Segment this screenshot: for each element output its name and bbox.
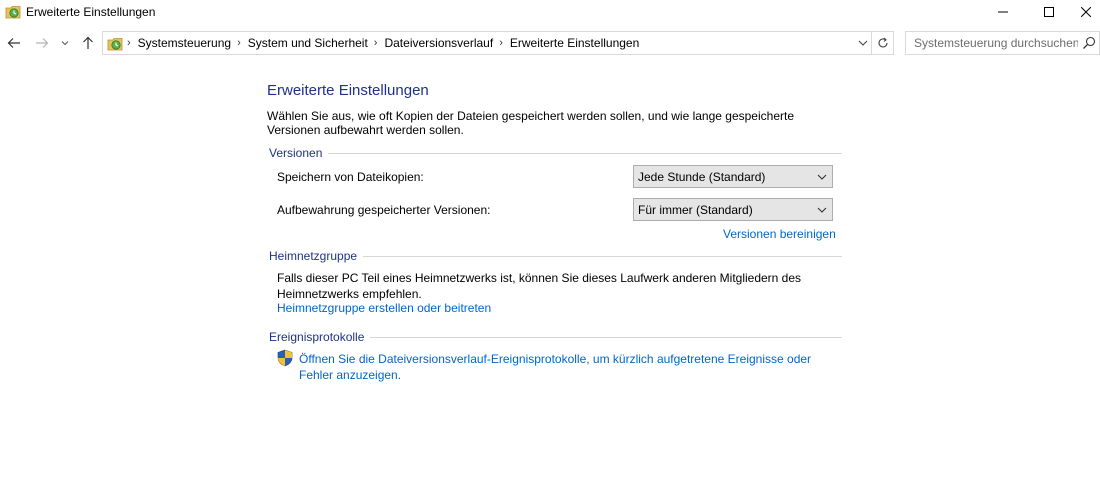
arrow-right-icon xyxy=(36,38,49,48)
search-icon[interactable] xyxy=(1082,36,1096,50)
retention-dropdown[interactable]: Für immer (Standard) xyxy=(633,198,833,221)
search-input[interactable] xyxy=(906,32,1078,54)
section-events: Ereignisprotokolle xyxy=(269,330,842,346)
arrow-left-icon xyxy=(7,38,20,48)
breadcrumb-separator[interactable]: › xyxy=(374,37,378,49)
address-history-button[interactable] xyxy=(854,32,872,54)
page-description: Wählen Sie aus, wie oft Kopien der Datei… xyxy=(267,109,794,137)
file-history-icon xyxy=(107,38,123,51)
chevron-down-icon xyxy=(61,41,69,46)
save-frequency-value: Jede Stunde (Standard) xyxy=(638,170,766,184)
address-bar[interactable]: › Systemsteuerung › System und Sicherhei… xyxy=(102,31,872,55)
chevron-down-icon xyxy=(817,174,827,180)
arrow-up-icon xyxy=(83,36,93,49)
breadcrumb-erweiterte-einstellungen[interactable]: Erweiterte Einstellungen xyxy=(510,36,639,50)
refresh-button[interactable] xyxy=(872,31,894,55)
homegroup-description: Falls dieser PC Teil eines Heimnetzwerks… xyxy=(277,271,802,301)
chevron-down-icon xyxy=(817,207,827,213)
cleanup-versions-link[interactable]: Versionen bereinigen xyxy=(723,227,836,241)
close-button[interactable] xyxy=(1072,0,1100,24)
maximize-button[interactable] xyxy=(1026,0,1072,24)
title-bar: Erweiterte Einstellungen xyxy=(0,0,1100,24)
breadcrumb-separator[interactable]: › xyxy=(237,37,241,49)
uac-shield-icon xyxy=(277,349,293,367)
section-homegroup: Heimnetzgruppe xyxy=(269,249,842,265)
breadcrumb-separator[interactable]: › xyxy=(127,37,131,49)
section-heading-events: Ereignisprotokolle xyxy=(269,330,371,344)
breadcrumb-system-und-sicherheit[interactable]: System und Sicherheit xyxy=(248,36,368,50)
section-heading-homegroup: Heimnetzgruppe xyxy=(269,249,364,263)
breadcrumb-systemsteuerung[interactable]: Systemsteuerung xyxy=(138,36,231,50)
retention-value: Für immer (Standard) xyxy=(638,203,753,217)
page-title: Erweiterte Einstellungen xyxy=(267,82,429,99)
refresh-icon xyxy=(877,37,888,48)
event-logs-link[interactable]: Öffnen Sie die Dateiversionsverlauf-Erei… xyxy=(299,351,829,383)
save-frequency-label: Speichern von Dateikopien: xyxy=(277,170,424,184)
breadcrumb-separator[interactable]: › xyxy=(499,37,503,49)
minimize-button[interactable] xyxy=(980,0,1026,24)
breadcrumb-dateiversionsverlauf[interactable]: Dateiversionsverlauf xyxy=(384,36,493,50)
maximize-icon xyxy=(1044,7,1054,17)
save-frequency-dropdown[interactable]: Jede Stunde (Standard) xyxy=(633,165,833,188)
chevron-down-icon xyxy=(858,40,868,46)
navigation-bar: › Systemsteuerung › System und Sicherhei… xyxy=(0,31,1100,56)
section-divider xyxy=(269,153,842,154)
close-icon xyxy=(1081,7,1091,17)
up-button[interactable] xyxy=(78,33,98,53)
retention-label: Aufbewahrung gespeicherter Versionen: xyxy=(277,203,491,217)
minimize-icon xyxy=(998,11,1008,13)
back-button[interactable] xyxy=(4,33,24,53)
section-versions: Versionen xyxy=(269,146,842,162)
forward-button[interactable] xyxy=(32,33,52,53)
search-box[interactable] xyxy=(905,31,1100,55)
section-heading-versions: Versionen xyxy=(269,146,329,160)
window-title: Erweiterte Einstellungen xyxy=(26,5,156,19)
file-history-icon xyxy=(5,6,21,19)
recent-locations-button[interactable] xyxy=(58,33,72,53)
breadcrumb: › Systemsteuerung › System und Sicherhei… xyxy=(125,32,639,54)
homegroup-link[interactable]: Heimnetzgruppe erstellen oder beitreten xyxy=(277,301,491,315)
